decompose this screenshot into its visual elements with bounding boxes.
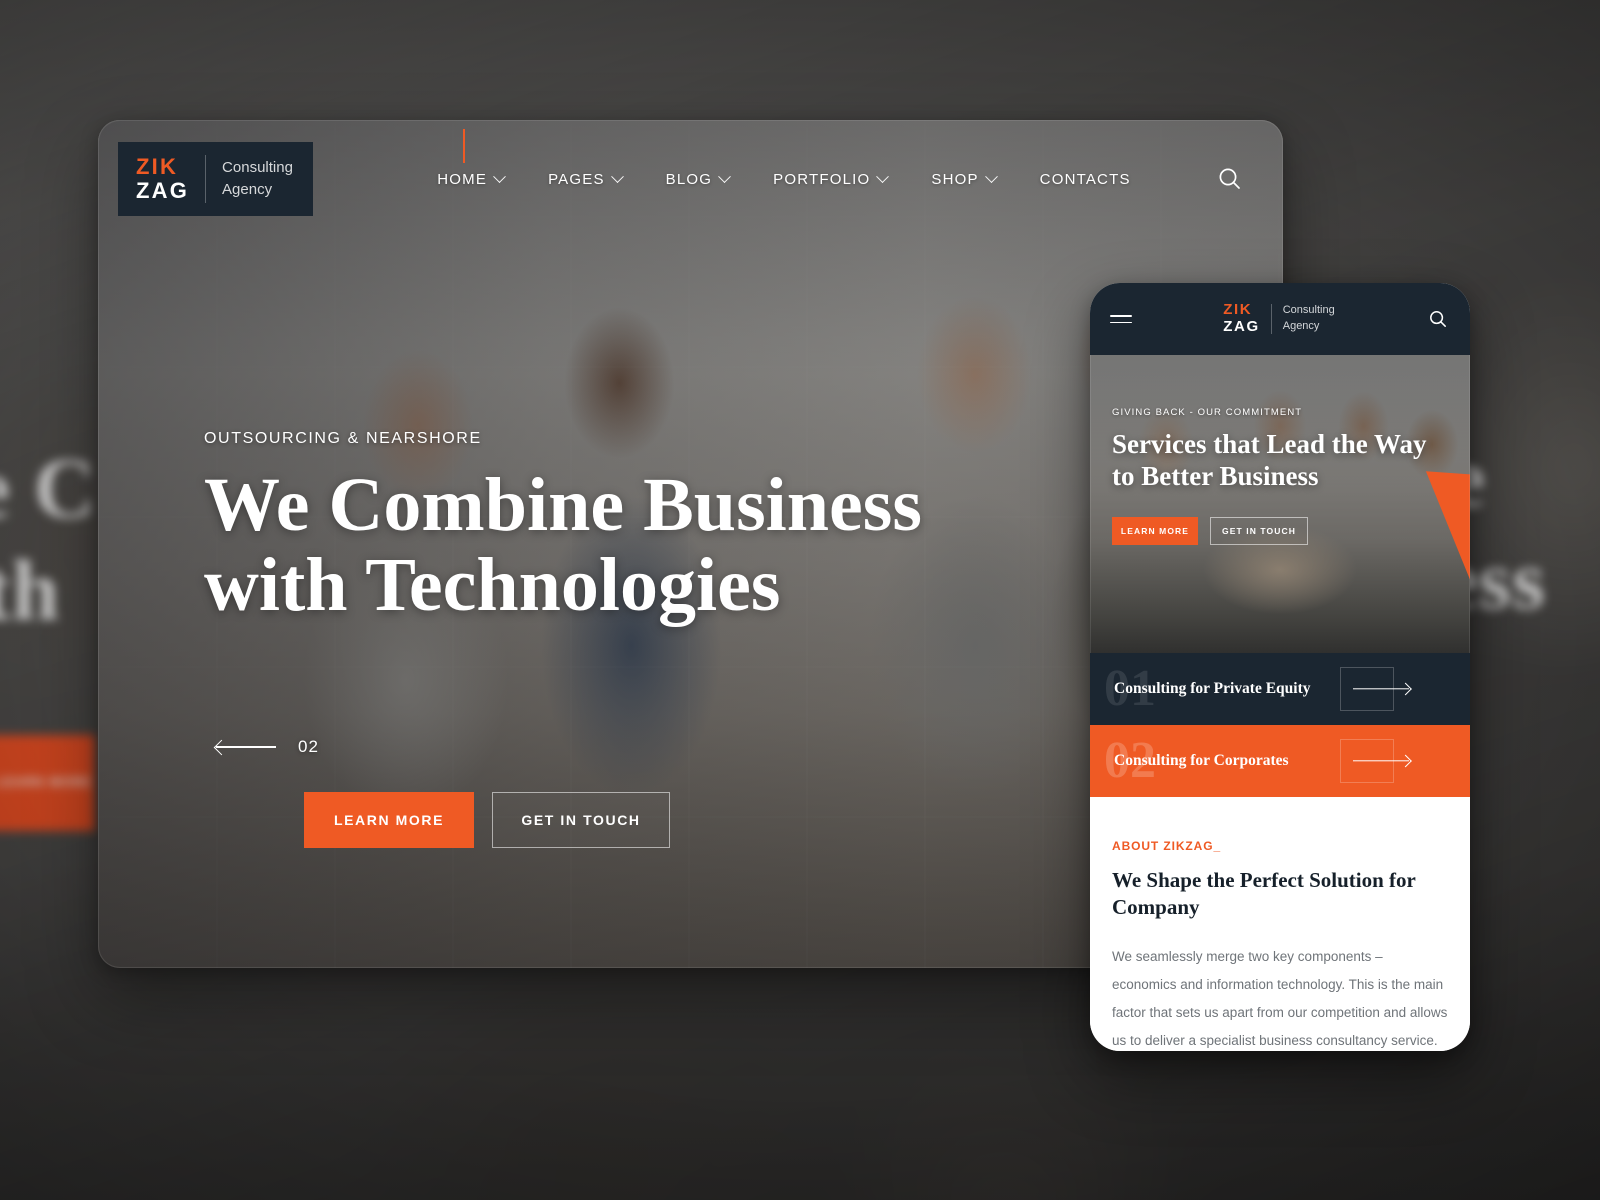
arrow-head [1399, 682, 1412, 696]
mobile-header: ZIK ZAG Consulting Agency [1090, 283, 1470, 355]
logo-zik-text: ZIK [136, 154, 179, 180]
arrow-right-icon[interactable] [1340, 667, 1412, 711]
logo-tagline-line2: Agency [222, 181, 273, 198]
mobile-site-logo[interactable]: ZIK ZAG Consulting Agency [1132, 301, 1426, 336]
nav-item-label: PAGES [548, 170, 605, 188]
slider-navigation: 02 [213, 737, 319, 757]
hero-kicker: OUTSOURCING & NEARSHORE [204, 430, 482, 447]
nav-item-label: CONTACTS [1039, 170, 1131, 188]
nav-item-label: SHOP [931, 170, 979, 188]
nav-item-portfolio[interactable]: PORTFOLIO [773, 169, 890, 188]
logo-tagline-line1: Consulting [222, 159, 293, 177]
mobile-logo-divider [1270, 304, 1272, 334]
logo-wordmark: ZIK ZAG [136, 155, 189, 203]
mobile-hero-actions: LEARN MORE GET IN TOUCH [1112, 516, 1448, 545]
arrow-right-icon[interactable] [1340, 739, 1412, 783]
nav-item-label: PORTFOLIO [773, 170, 871, 188]
arrow-head [1399, 754, 1412, 768]
hero-title: We Combine Business with Technologies [204, 463, 922, 627]
mobile-hero-copy: GIVING BACK - OUR COMMITMENT Services th… [1090, 355, 1470, 545]
mobile-logo-wordmark: ZIK ZAG [1223, 301, 1260, 336]
nav-item-shop[interactable]: SHOP [931, 169, 998, 188]
site-logo[interactable]: ZIK ZAG Consulting Agency [118, 142, 313, 216]
arrow-head [213, 739, 230, 755]
mobile-about-section: ABOUT ZIKZAG_ We Shape the Perfect Solut… [1090, 797, 1470, 1051]
mobile-logo-zik-text: ZIK [1223, 301, 1253, 319]
mobile-get-in-touch-button[interactable]: GET IN TOUCH [1210, 516, 1308, 545]
mobile-hero-title: Services that Lead the Way to Better Bus… [1112, 429, 1427, 491]
about-kicker-dash: _ [1213, 839, 1221, 853]
nav-item-label: HOME [437, 170, 488, 188]
chevron-down-icon [718, 169, 732, 183]
nav-item-label: BLOG [665, 170, 713, 188]
mobile-logo-tagline-line2: Agency [1282, 320, 1320, 332]
learn-more-button[interactable]: LEARN MORE [304, 792, 474, 848]
desktop-header: ZIK ZAG Consulting Agency HOME PAGES BLO… [98, 120, 1283, 238]
hamburger-line [1110, 314, 1132, 317]
chevron-down-icon [493, 169, 506, 183]
logo-tagline: Consulting Agency [222, 157, 293, 201]
mobile-logo-zag-text: ZAG [1223, 318, 1260, 335]
nav-item-pages[interactable]: PAGES [548, 169, 624, 188]
mobile-service-cards: 01 Consulting for Private Equity 02 Cons… [1090, 653, 1470, 797]
arrow-left-icon[interactable] [213, 739, 276, 755]
slide-number: 02 [298, 737, 319, 756]
hamburger-line [1110, 321, 1132, 324]
mobile-hero-kicker: GIVING BACK - OUR COMMITMENT [1112, 407, 1303, 418]
hamburger-menu-icon[interactable] [1110, 310, 1132, 329]
mobile-hero: GIVING BACK - OUR COMMITMENT Services th… [1090, 355, 1470, 653]
about-paragraph: We seamlessly merge two key components –… [1112, 948, 1448, 1048]
desktop-hero-actions: LEARN MORE GET IN TOUCH [304, 792, 670, 848]
mobile-learn-more-button[interactable]: LEARN MORE [1112, 516, 1198, 545]
mobile-mockup: ZIK ZAG Consulting Agency GIVING BACK - … [1090, 283, 1470, 1051]
about-kicker: ABOUT ZIKZAG_ [1112, 839, 1448, 853]
desktop-hero-copy: OUTSOURCING & NEARSHORE We Combine Busin… [204, 430, 1163, 626]
service-card-title: Consulting for Private Equity [1114, 679, 1311, 697]
search-icon[interactable] [1213, 162, 1247, 196]
about-kicker-label: ABOUT ZIKZAG [1112, 839, 1214, 853]
chevron-down-icon [876, 169, 890, 183]
service-card-private-equity[interactable]: 01 Consulting for Private Equity [1090, 653, 1470, 725]
logo-zag-text: ZAG [136, 178, 190, 203]
nav-item-home[interactable]: HOME [437, 128, 506, 188]
logo-divider [205, 155, 207, 203]
about-title: We Shape the Perfect Solution for Compan… [1112, 868, 1416, 919]
service-card-title: Consulting for Corporates [1114, 751, 1289, 769]
service-card-corporates[interactable]: 02 Consulting for Corporates [1090, 725, 1470, 797]
mobile-search-icon[interactable] [1426, 307, 1450, 331]
nav-item-contacts[interactable]: CONTACTS [1040, 171, 1131, 188]
chevron-down-icon [984, 169, 998, 183]
nav-item-blog[interactable]: BLOG [665, 169, 732, 188]
mobile-logo-tagline-line1: Consulting [1282, 304, 1335, 317]
get-in-touch-button[interactable]: GET IN TOUCH [492, 792, 670, 848]
mobile-logo-tagline: Consulting Agency [1283, 303, 1335, 335]
main-navigation: HOME PAGES BLOG PORTFOLIO SHOP CONTACTS [355, 128, 1213, 188]
chevron-down-icon [610, 169, 624, 183]
